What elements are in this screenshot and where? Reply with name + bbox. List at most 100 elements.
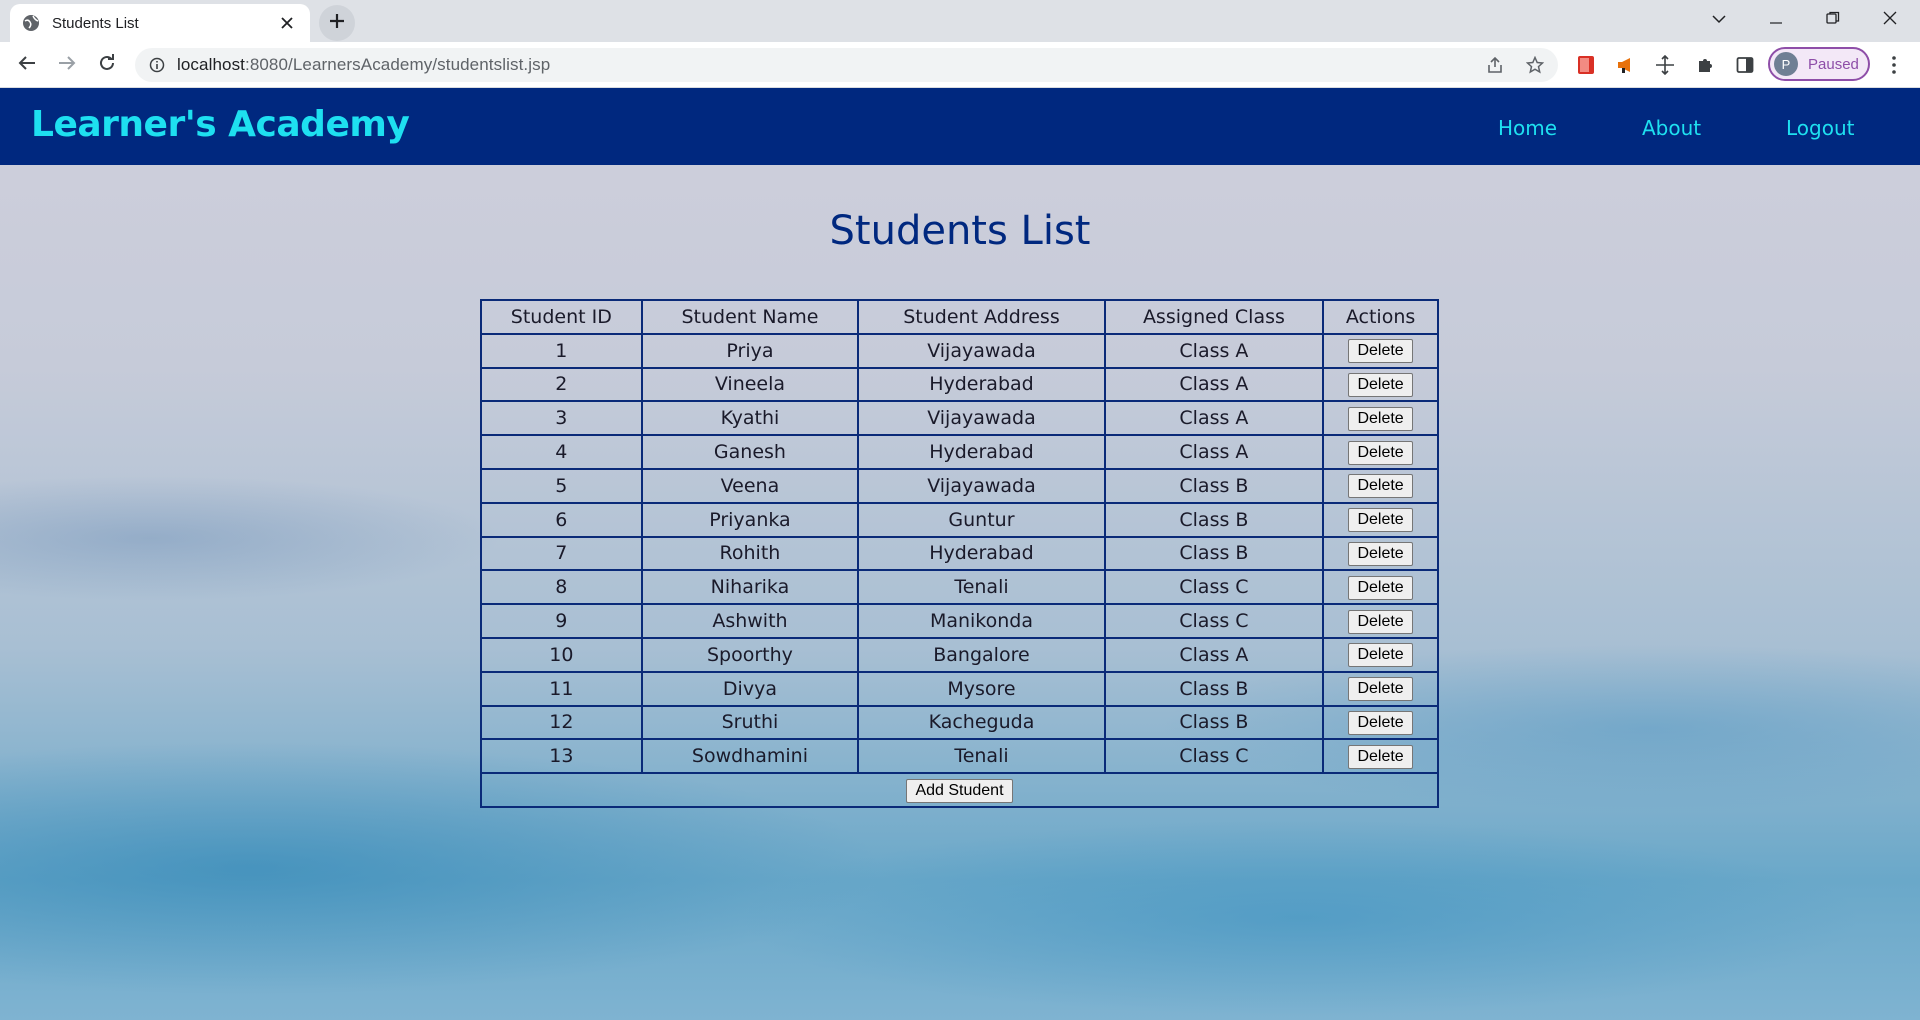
tab-search-button[interactable] [1697,0,1741,40]
extension-move-icon[interactable] [1651,52,1679,78]
student-address-cell: Vijayawada [857,400,1106,437]
delete-button[interactable]: Delete [1348,609,1413,634]
student-id-cell: 5 [480,467,643,504]
delete-button[interactable]: Delete [1348,440,1413,465]
delete-button[interactable]: Delete [1348,643,1413,668]
add-student-button[interactable]: Add Student [906,778,1013,803]
student-id-cell: 9 [480,603,643,639]
star-icon[interactable] [1521,52,1549,78]
actions-cell: Delete [1322,738,1439,775]
student-address-cell: Tenali [857,569,1106,606]
student-name-cell: Niharika [640,569,860,606]
column-header-actions: Actions [1322,299,1439,335]
student-name-cell: Sruthi [640,704,860,741]
restore-button[interactable] [1811,0,1855,40]
assigned-class-cell: Class C [1103,603,1325,639]
student-address-cell: Hyderabad [857,366,1106,403]
students-table: Student ID Student Name Student Address … [480,299,1439,808]
student-name-cell: Vineela [640,366,860,403]
actions-cell: Delete [1322,332,1439,369]
add-student-cell: Add Student [480,772,1439,808]
globe-icon [22,14,40,32]
delete-button[interactable]: Delete [1348,541,1413,566]
nav-link-about[interactable]: About [1642,116,1701,140]
delete-button[interactable]: Delete [1348,508,1413,533]
actions-cell: Delete [1322,434,1439,470]
student-address-cell: Bangalore [857,636,1106,673]
delete-button[interactable]: Delete [1348,406,1413,431]
assigned-class-cell: Class C [1103,569,1325,606]
student-name-cell: Rohith [640,535,860,572]
student-address-cell: Vijayawada [857,332,1106,369]
delete-button[interactable]: Delete [1348,677,1413,702]
student-id-cell: 3 [480,400,643,437]
student-address-cell: Kacheguda [857,704,1106,741]
window-close-icon [1883,11,1897,30]
actions-cell: Delete [1322,636,1439,673]
column-header-assigned-class: Assigned Class [1103,299,1325,335]
delete-button[interactable]: Delete [1348,575,1413,600]
assigned-class-cell: Class A [1103,332,1325,369]
delete-button[interactable]: Delete [1348,744,1413,769]
student-address-cell: Hyderabad [857,535,1106,572]
actions-cell: Delete [1322,704,1439,741]
assigned-class-cell: Class B [1103,670,1325,707]
column-header-student-name: Student Name [640,299,860,335]
delete-button[interactable]: Delete [1348,339,1413,364]
delete-button[interactable]: Delete [1348,372,1413,397]
url-text[interactable]: localhost:8080/LearnersAcademy/studentsl… [177,55,550,75]
chevron-down-icon [1712,11,1726,29]
delete-button[interactable]: Delete [1348,710,1413,735]
table-row: 2 Vineela Hyderabad Class A Delete [480,366,1439,403]
plus-icon [329,13,345,34]
student-name-cell: Ashwith [640,603,860,639]
window-close-button[interactable] [1868,0,1912,40]
puzzle-icon[interactable] [1691,52,1719,78]
kebab-menu-icon[interactable] [1880,50,1908,80]
profile-button[interactable]: P Paused [1768,47,1870,81]
students-table-body: 1 Priya Vijayawada Class A Delete 2 Vineela Hy… [480,332,1439,808]
column-header-student-address: Student Address [857,299,1106,335]
student-id-cell: 4 [480,434,643,470]
nav-link-logout[interactable]: Logout [1786,116,1854,140]
side-panel-icon[interactable] [1731,52,1759,78]
info-icon[interactable] [148,56,166,74]
minimize-button[interactable] [1754,0,1798,40]
nav-link-home[interactable]: Home [1498,116,1557,140]
student-name-cell: Ganesh [640,434,860,470]
actions-cell: Delete [1322,569,1439,606]
actions-cell: Delete [1322,501,1439,538]
assigned-class-cell: Class A [1103,400,1325,437]
assigned-class-cell: Class B [1103,535,1325,572]
extension-book-icon[interactable] [1572,52,1600,78]
back-arrow-icon [18,55,36,76]
site-navbar: Learner's Academy Home About Logout [0,88,1920,165]
tab-strip: Students List [0,0,1920,42]
minimize-icon [1770,11,1782,29]
table-row: 6 Priyanka Guntur Class B Delete [480,501,1439,538]
new-tab-button[interactable] [319,5,355,41]
column-header-student-id: Student ID [480,299,643,335]
student-id-cell: 2 [480,366,643,403]
forward-button[interactable] [51,49,83,81]
table-row: 10 Spoorthy Bangalore Class A Delete [480,636,1439,673]
site-brand[interactable]: Learner's Academy [31,104,410,145]
forward-arrow-icon [58,55,76,76]
delete-button[interactable]: Delete [1348,474,1413,499]
close-icon[interactable] [276,12,298,34]
student-name-cell: Sowdhamini [640,738,860,775]
browser-tab[interactable]: Students List [10,4,310,42]
share-icon[interactable] [1481,52,1509,78]
address-bar[interactable]: localhost:8080/LearnersAcademy/studentsl… [135,48,1558,82]
back-button[interactable] [11,49,43,81]
student-address-cell: Tenali [857,738,1106,775]
student-address-cell: Guntur [857,501,1106,538]
avatar: P [1774,52,1798,76]
student-address-cell: Manikonda [857,603,1106,639]
assigned-class-cell: Class B [1103,467,1325,504]
extension-megaphone-icon[interactable] [1612,52,1640,78]
table-row: 9 Ashwith Manikonda Class C Delete [480,603,1439,639]
url-path: :8080/LearnersAcademy/studentslist.jsp [245,55,551,74]
reload-button[interactable] [91,49,123,81]
restore-icon [1826,11,1840,30]
